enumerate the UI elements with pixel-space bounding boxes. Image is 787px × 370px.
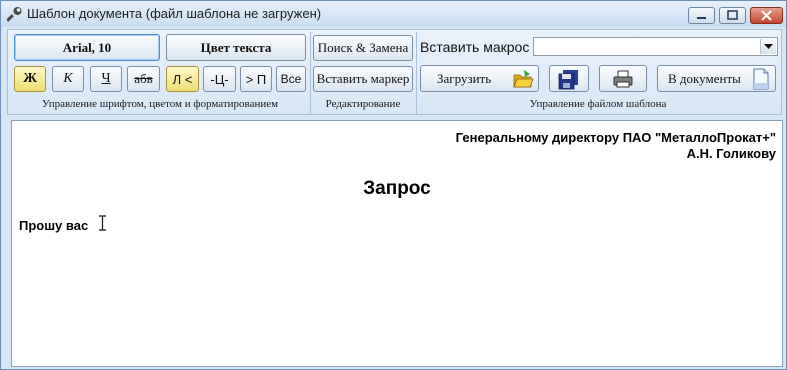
insert-macro-label: Вставить макрос [420, 39, 530, 55]
close-icon [761, 10, 772, 21]
group-separator [416, 32, 417, 114]
underline-label: Ч [101, 71, 111, 86]
font-button[interactable]: Arial, 10 [14, 34, 160, 61]
title-bar[interactable]: Шаблон документа (файл шаблона не загруж… [1, 1, 786, 27]
align-right-label: > П [245, 71, 267, 87]
file-group-label: Управление файлом шаблона [529, 98, 667, 110]
load-button-label: Загрузить [437, 70, 492, 86]
macro-dropdown[interactable] [533, 37, 778, 56]
align-right-button[interactable]: > П [240, 66, 272, 92]
text-cursor-icon [99, 215, 106, 231]
text-color-label: Цвет текста [200, 39, 272, 55]
maximize-button[interactable] [719, 7, 746, 24]
to-documents-label: В документы [668, 70, 741, 86]
text-color-button[interactable]: Цвет текста [166, 34, 306, 61]
printer-icon [613, 70, 633, 87]
justify-label: Все [280, 72, 302, 86]
document-body-text: Прошу вас [19, 218, 89, 233]
document-icon [753, 68, 769, 90]
justify-button[interactable]: Все [276, 66, 306, 92]
group-separator [310, 32, 311, 114]
insert-marker-button[interactable]: Вставить маркер [313, 66, 413, 92]
align-left-label: Л < [172, 71, 193, 87]
recipient-line-1: Генеральному директору ПАО "МеталлоПрока… [455, 130, 776, 145]
close-button[interactable] [750, 7, 783, 24]
document-heading: Запрос [363, 178, 431, 199]
font-group-label: Управление шрифтом, цветом и форматирова… [41, 98, 279, 110]
load-button[interactable]: Загрузить [420, 65, 539, 92]
chevron-down-icon[interactable] [760, 39, 776, 54]
minimize-icon [697, 17, 706, 19]
save-disk-icon [558, 69, 578, 89]
document-editor[interactable]: Генеральному директору ПАО "МеталлоПрока… [11, 120, 783, 367]
bold-button[interactable]: Ж [14, 66, 46, 92]
search-replace-button[interactable]: Поиск & Замена [313, 35, 413, 61]
template-window: Шаблон документа (файл шаблона не загруж… [0, 0, 787, 370]
font-button-label: Arial, 10 [62, 39, 112, 55]
folder-open-icon [513, 70, 534, 88]
align-center-button[interactable]: -Ц- [203, 66, 236, 92]
search-replace-label: Поиск & Замена [317, 40, 409, 55]
align-left-button[interactable]: Л < [166, 66, 199, 92]
bold-label: Ж [23, 71, 37, 86]
window-title: Шаблон документа (файл шаблона не загруж… [27, 6, 322, 21]
recipient-line-2: А.Н. Голикову [686, 146, 776, 161]
strikethrough-label: абв [134, 71, 153, 86]
minimize-button[interactable] [688, 7, 715, 24]
italic-label: К [63, 71, 73, 86]
wrench-icon [7, 7, 22, 22]
italic-button[interactable]: К [52, 66, 84, 92]
align-center-label: -Ц- [210, 71, 229, 87]
maximize-icon [727, 10, 738, 20]
to-documents-button[interactable]: В документы [657, 65, 776, 92]
underline-button[interactable]: Ч [90, 66, 122, 92]
edit-group-label: Редактирование [325, 98, 401, 110]
insert-marker-label: Вставить маркер [316, 71, 410, 86]
save-button[interactable] [549, 65, 589, 92]
print-button[interactable] [599, 65, 647, 92]
strikethrough-button[interactable]: абв [127, 66, 160, 92]
